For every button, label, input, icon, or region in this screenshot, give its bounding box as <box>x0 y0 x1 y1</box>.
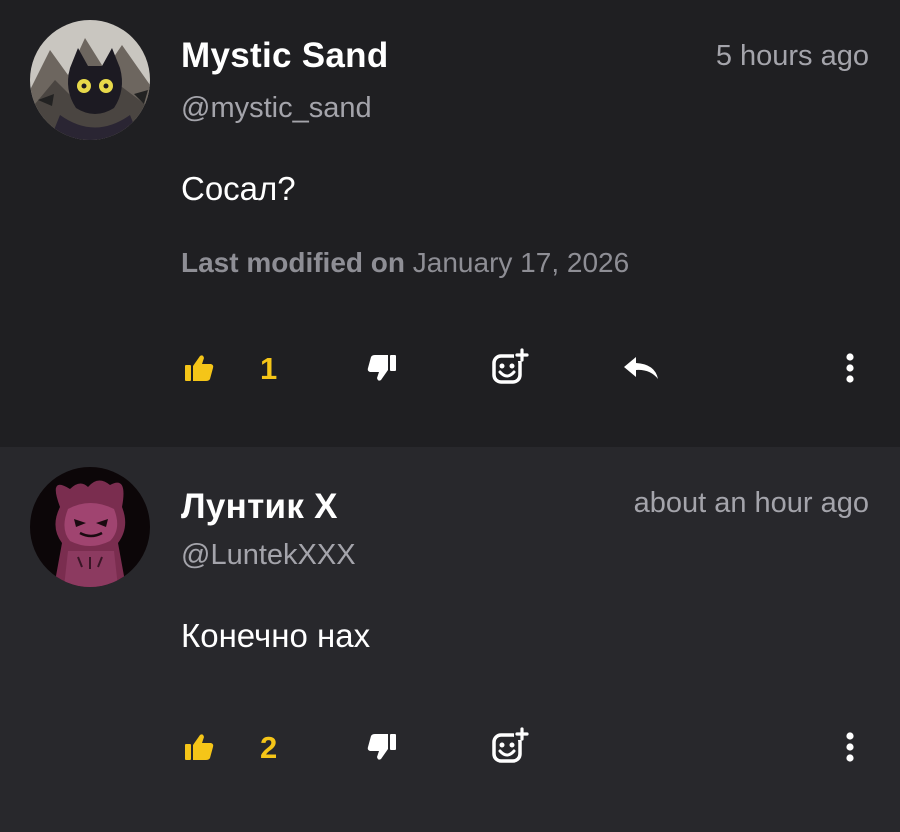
comment-timestamp: about an hour ago <box>633 487 869 519</box>
like-count: 2 <box>260 730 278 765</box>
user-handle[interactable]: @LuntekXXX <box>181 539 356 572</box>
comment-card: Mystic Sand @mystic_sand 5 hours ago Сос… <box>0 0 900 447</box>
add-emoji-icon <box>492 348 530 384</box>
user-handle[interactable]: @mystic_sand <box>181 92 372 125</box>
user-avatar[interactable] <box>30 467 150 587</box>
comment-text: Конечно нах <box>181 617 371 654</box>
add-reaction-button[interactable] <box>490 722 532 772</box>
comment-text: Сосал? <box>181 170 296 207</box>
user-name[interactable]: Лунтик X <box>181 487 338 527</box>
like-button[interactable] <box>183 343 215 393</box>
thumbs-up-icon <box>185 734 214 760</box>
reply-button[interactable] <box>622 343 662 393</box>
last-modified: Last modified on January 17, 2026 <box>181 247 629 279</box>
more-vertical-icon <box>846 732 854 762</box>
dislike-button[interactable] <box>366 722 398 772</box>
pink-creature-avatar-icon <box>30 467 150 587</box>
last-modified-label: Last modified on <box>181 247 405 278</box>
user-name[interactable]: Mystic Sand <box>181 36 389 76</box>
add-emoji-icon <box>492 727 530 763</box>
thumbs-down-icon <box>367 355 396 381</box>
add-reaction-button[interactable] <box>490 343 532 393</box>
thumbs-down-icon <box>367 734 396 760</box>
dislike-button[interactable] <box>366 343 398 393</box>
comment-actions: 1 <box>0 343 900 393</box>
more-options-button[interactable] <box>840 343 860 393</box>
comment-timestamp: 5 hours ago <box>715 40 869 72</box>
last-modified-date: January 17, 2026 <box>412 247 630 278</box>
user-avatar[interactable] <box>30 20 150 140</box>
reply-arrow-icon <box>624 357 658 379</box>
more-options-button[interactable] <box>840 722 860 772</box>
comment-card: Лунтик X @LuntekXXX about an hour ago Ко… <box>0 447 900 832</box>
comment-actions: 2 <box>0 722 900 772</box>
more-vertical-icon <box>846 353 854 383</box>
cat-avatar-icon <box>30 20 150 140</box>
like-button[interactable] <box>183 722 215 772</box>
like-count: 1 <box>260 351 278 386</box>
thumbs-up-icon <box>185 355 214 381</box>
